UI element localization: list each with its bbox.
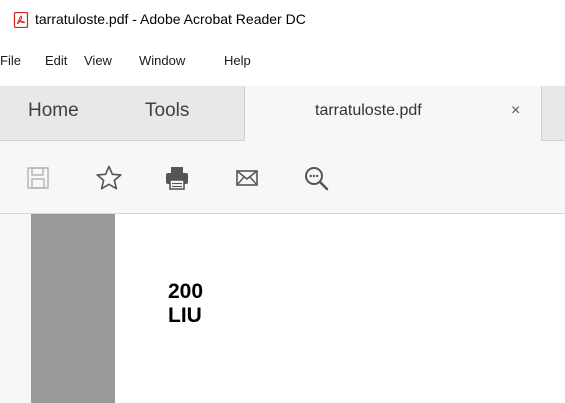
- tab-bar: Home Tools tarratuloste.pdf ×: [0, 86, 565, 141]
- email-icon[interactable]: [233, 164, 261, 192]
- tab-document-label: tarratuloste.pdf: [315, 102, 422, 119]
- zoom-search-icon[interactable]: [302, 164, 330, 192]
- menu-window[interactable]: Window: [139, 53, 193, 68]
- bookmark-star-icon[interactable]: [95, 164, 123, 192]
- acrobat-window: tarratuloste.pdf - Adobe Acrobat Reader …: [0, 0, 565, 403]
- document-text-line: LIU: [168, 304, 202, 327]
- document-margin: [0, 214, 31, 403]
- acrobat-pdf-icon: [13, 11, 29, 29]
- window-title: tarratuloste.pdf - Adobe Acrobat Reader …: [35, 11, 306, 27]
- toolbar: [0, 141, 565, 214]
- menu-edit[interactable]: Edit: [45, 53, 75, 68]
- menu-bar: File Edit View Window Help: [0, 48, 565, 72]
- menu-view[interactable]: View: [84, 53, 120, 68]
- tab-tools[interactable]: Tools: [145, 100, 189, 122]
- menu-help[interactable]: Help: [224, 53, 259, 68]
- close-tab-icon[interactable]: ×: [511, 102, 520, 120]
- document-view[interactable]: 200 LIU: [0, 214, 565, 403]
- menu-file[interactable]: File: [0, 53, 29, 68]
- print-icon[interactable]: [163, 164, 191, 192]
- title-bar: tarratuloste.pdf - Adobe Acrobat Reader …: [0, 0, 565, 40]
- tab-document[interactable]: tarratuloste.pdf ×: [244, 86, 542, 141]
- document-text-line: 200: [168, 280, 204, 303]
- save-icon[interactable]: [24, 164, 52, 192]
- page-graphic-strip: [31, 214, 115, 403]
- tab-home[interactable]: Home: [28, 100, 79, 122]
